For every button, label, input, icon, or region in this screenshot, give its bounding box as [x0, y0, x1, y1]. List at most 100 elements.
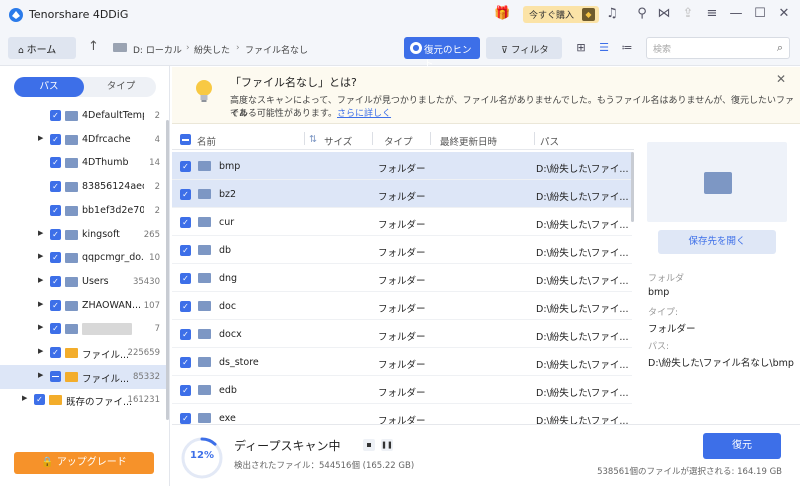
- row-checkbox[interactable]: ✓: [180, 245, 191, 256]
- banner-close-icon[interactable]: ✕: [776, 72, 786, 86]
- recovery-hint-button[interactable]: ● 復元のヒント: [404, 37, 480, 70]
- tree-checkbox[interactable]: ✓: [34, 394, 45, 406]
- buy-now-button[interactable]: 今すぐ購入 ◆: [523, 6, 599, 23]
- tree-checkbox[interactable]: ✓: [50, 204, 61, 216]
- sidebar-scrollbar[interactable]: [166, 120, 169, 420]
- table-row[interactable]: ✓ doc フォルダー D:\紛失した\ファイ...: [172, 292, 632, 320]
- row-checkbox[interactable]: ✓: [180, 413, 191, 424]
- tab-type[interactable]: タイプ: [86, 77, 156, 97]
- row-name: dng: [219, 273, 238, 284]
- home-icon: ⌂: [18, 46, 27, 56]
- row-checkbox[interactable]: ✓: [180, 161, 191, 172]
- sidebar-tree-item[interactable]: ✓ 83856124aed... 2: [0, 175, 166, 199]
- search-icon[interactable]: ⌕: [777, 41, 783, 55]
- list-view-icon[interactable]: ☰: [597, 41, 611, 55]
- row-checkbox[interactable]: ✓: [180, 357, 191, 368]
- open-location-button[interactable]: 保存先を開く: [658, 230, 776, 254]
- table-row[interactable]: ✓ db フォルダー D:\紛失した\ファイ...: [172, 236, 632, 264]
- row-type: フォルダー: [378, 388, 426, 399]
- table-row[interactable]: ✓ ds_store フォルダー D:\紛失した\ファイ...: [172, 348, 632, 376]
- expand-arrow-icon[interactable]: ▶: [38, 229, 43, 237]
- sidebar-tree-item[interactable]: ✓ 4DefaultTemp... 2: [0, 104, 166, 128]
- share-icon[interactable]: ⋈: [656, 6, 672, 22]
- row-checkbox[interactable]: ✓: [180, 217, 191, 228]
- tree-checkbox[interactable]: ✓: [50, 110, 61, 121]
- select-all-checkbox[interactable]: [180, 134, 191, 145]
- row-checkbox[interactable]: ✓: [180, 385, 191, 396]
- grid-view-icon[interactable]: ⊞: [574, 41, 588, 55]
- expand-arrow-icon[interactable]: ▶: [38, 134, 43, 142]
- sidebar-tree-item[interactable]: ▶ ✓ 4Dfrcache 4: [0, 128, 166, 152]
- search-input[interactable]: 検索 ⌕: [646, 37, 790, 59]
- row-checkbox[interactable]: ✓: [180, 301, 191, 312]
- header-size[interactable]: サイズ: [324, 134, 352, 148]
- table-scrollbar[interactable]: [631, 152, 634, 222]
- expand-arrow-icon[interactable]: ▶: [38, 276, 43, 284]
- sidebar-tree-item[interactable]: ▶ ✓ Users 35430: [0, 270, 166, 294]
- home-button[interactable]: ⌂ ホーム: [8, 37, 76, 59]
- header-name[interactable]: 名前: [197, 134, 216, 148]
- row-checkbox[interactable]: ✓: [180, 273, 191, 284]
- stop-scan-button[interactable]: [363, 439, 375, 451]
- maximize-icon[interactable]: ☐: [752, 6, 768, 22]
- sidebar-tree-item[interactable]: ▶ ファイル... 85332: [0, 364, 166, 389]
- filter-button[interactable]: ⊽ フィルタ: [486, 37, 562, 59]
- sidebar-tree-item[interactable]: ▶ ✓ 既存のファイ... 161231: [0, 388, 166, 412]
- table-row[interactable]: ✓ bz2 フォルダー D:\紛失した\ファイ...: [172, 180, 632, 208]
- tree-checkbox[interactable]: ✓: [50, 157, 61, 169]
- table-row[interactable]: ✓ docx フォルダー D:\紛失した\ファイ...: [172, 320, 632, 348]
- key-icon[interactable]: ⚲: [634, 6, 650, 22]
- breadcrumb-lost[interactable]: 紛失した: [194, 43, 230, 56]
- header-separator: [372, 132, 373, 145]
- tree-checkbox[interactable]: ✓: [50, 275, 61, 287]
- tree-checkbox[interactable]: ✓: [50, 252, 61, 264]
- row-checkbox[interactable]: ✓: [180, 329, 191, 340]
- sidebar-tree-item[interactable]: ▶ ✓ kingsoft 265: [0, 223, 166, 247]
- tree-checkbox[interactable]: ✓: [50, 181, 61, 193]
- breadcrumb-drive[interactable]: D: ローカル: [133, 43, 182, 56]
- header-path[interactable]: パス: [540, 134, 559, 148]
- tree-checkbox[interactable]: ✓: [50, 133, 61, 145]
- table-row[interactable]: ✓ bmp フォルダー D:\紛失した\ファイ...: [172, 152, 632, 180]
- sidebar-tree-item[interactable]: ▶ ✓ ZHAOWAN... 107: [0, 294, 166, 318]
- pause-scan-button[interactable]: ❚❚: [381, 439, 393, 451]
- row-path: D:\紛失した\ファイ...: [536, 276, 629, 287]
- sidebar-tree-item[interactable]: ✓ 4DThumb 14: [0, 151, 166, 175]
- detail-view-icon[interactable]: ≔: [620, 41, 634, 55]
- expand-arrow-icon[interactable]: ▶: [38, 371, 43, 379]
- tree-checkbox[interactable]: ✓: [50, 299, 61, 311]
- expand-arrow-icon[interactable]: ▶: [22, 394, 27, 402]
- sidebar-tree-item[interactable]: ▶ ✓ qqpcmgr_do... 10: [0, 246, 166, 270]
- menu-icon[interactable]: ≡: [704, 6, 720, 22]
- export-icon[interactable]: ⇪: [680, 6, 696, 22]
- close-icon[interactable]: ✕: [776, 6, 792, 22]
- learn-more-link[interactable]: さらに詳しく: [337, 109, 391, 119]
- redacted-name: [82, 323, 132, 336]
- expand-arrow-icon[interactable]: ▶: [38, 252, 43, 260]
- expand-arrow-icon[interactable]: ▶: [38, 347, 43, 355]
- upgrade-button[interactable]: 🔒 アップグレード: [14, 452, 154, 474]
- header-modified[interactable]: 最終更新日時: [440, 134, 497, 148]
- recover-button[interactable]: 復元: [703, 433, 781, 459]
- minimize-icon[interactable]: —: [728, 6, 744, 22]
- header-type[interactable]: タイプ: [384, 134, 413, 148]
- tree-checkbox[interactable]: [50, 370, 61, 382]
- expand-arrow-icon[interactable]: ▶: [38, 300, 43, 308]
- sidebar-tree-item[interactable]: ▶ ✓ ファイル... 225659: [0, 341, 166, 365]
- tree-checkbox[interactable]: ✓: [50, 228, 61, 240]
- tree-checkbox[interactable]: ✓: [50, 347, 61, 358]
- table-row[interactable]: ✓ dng フォルダー D:\紛失した\ファイ...: [172, 264, 632, 292]
- tab-path[interactable]: パス: [14, 77, 84, 97]
- sort-icon[interactable]: ⇅: [309, 134, 317, 145]
- headset-icon[interactable]: ♫: [604, 6, 620, 22]
- gift-icon[interactable]: 🎁: [494, 6, 510, 21]
- table-row[interactable]: ✓ cur フォルダー D:\紛失した\ファイ...: [172, 208, 632, 236]
- expand-arrow-icon[interactable]: ▶: [38, 323, 43, 331]
- up-arrow-icon[interactable]: ↑: [88, 39, 99, 54]
- sidebar-tree-item[interactable]: ✓ bb1ef3d2e70c... 2: [0, 199, 166, 223]
- sidebar-tree-item[interactable]: ▶ ✓ 7: [0, 317, 166, 341]
- breadcrumb-noname[interactable]: ファイル名なし: [245, 43, 308, 56]
- row-checkbox[interactable]: ✓: [180, 189, 191, 200]
- tree-checkbox[interactable]: ✓: [50, 323, 61, 335]
- table-row[interactable]: ✓ edb フォルダー D:\紛失した\ファイ...: [172, 376, 632, 404]
